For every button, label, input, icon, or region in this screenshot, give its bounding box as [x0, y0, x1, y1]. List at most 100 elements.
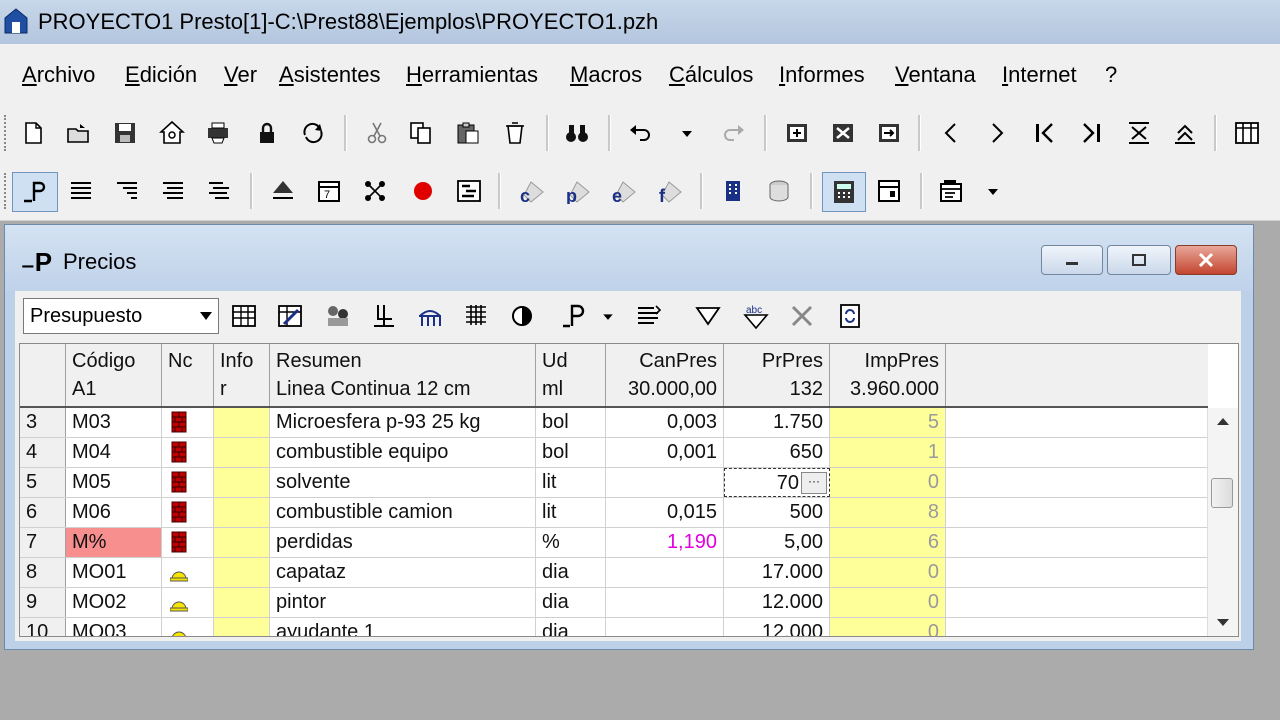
- paste-icon[interactable]: [451, 116, 485, 150]
- row-number[interactable]: 9: [20, 588, 66, 617]
- p-view-icon[interactable]: [557, 299, 591, 333]
- cell-canpres[interactable]: [606, 468, 724, 497]
- prev-icon[interactable]: [934, 116, 968, 150]
- cell-nc[interactable]: [162, 528, 214, 557]
- cell-info[interactable]: [214, 408, 270, 437]
- cell-ud[interactable]: bol: [536, 408, 606, 437]
- cell-canpres[interactable]: 0,001: [606, 438, 724, 467]
- cell-imppres[interactable]: 6: [830, 528, 946, 557]
- binoculars-icon[interactable]: [560, 116, 594, 150]
- collapse-icon[interactable]: [1122, 116, 1156, 150]
- minimize-button[interactable]: [1041, 245, 1103, 275]
- cell-nc[interactable]: [162, 498, 214, 527]
- p-view-dropdown-icon[interactable]: [597, 299, 619, 333]
- menu-calculos[interactable]: Cálculos: [669, 62, 753, 88]
- scroll-up-icon[interactable]: [1217, 418, 1229, 425]
- cell-prpres[interactable]: 12.000: [724, 618, 830, 636]
- spellcheck-icon[interactable]: abc: [739, 299, 773, 333]
- table-row[interactable]: 7 M% perdidas% 1,190 5,00 6: [20, 528, 1208, 558]
- cell-imppres[interactable]: 1: [830, 438, 946, 467]
- cell-prpres[interactable]: 17.000: [724, 558, 830, 587]
- indent-2-icon[interactable]: [156, 174, 190, 208]
- cell-canpres[interactable]: [606, 618, 724, 636]
- cell-info[interactable]: [214, 558, 270, 587]
- menu-ventana[interactable]: Ventana: [895, 62, 976, 88]
- cell-resumen[interactable]: capataz: [270, 558, 536, 587]
- cell-ud[interactable]: %: [536, 528, 606, 557]
- view-selector-dropdown[interactable]: Presupuesto: [23, 298, 219, 334]
- cell-resumen[interactable]: perdidas: [270, 528, 536, 557]
- table-b-icon[interactable]: [273, 299, 307, 333]
- refresh-icon[interactable]: [296, 116, 330, 150]
- cell-info[interactable]: [214, 498, 270, 527]
- lock-icon[interactable]: [250, 116, 284, 150]
- cell-codigo[interactable]: M05: [66, 468, 162, 497]
- cell-canpres[interactable]: [606, 588, 724, 617]
- cell-resumen[interactable]: combustible camion: [270, 498, 536, 527]
- ellipsis-button[interactable]: ···: [801, 472, 827, 494]
- group-icon[interactable]: [321, 299, 355, 333]
- cell-nc[interactable]: [162, 408, 214, 437]
- cell-codigo[interactable]: M04: [66, 438, 162, 467]
- header-canpres[interactable]: CanPres 30.000,00: [606, 344, 724, 406]
- header-resumen[interactable]: Resumen Linea Continua 12 cm: [270, 344, 536, 406]
- cell-info[interactable]: [214, 588, 270, 617]
- cell-codigo[interactable]: MO03: [66, 618, 162, 636]
- record-icon[interactable]: [406, 174, 440, 208]
- scroll-down-icon[interactable]: [1217, 619, 1229, 626]
- header-imppres[interactable]: ImpPres 3.960.000: [830, 344, 946, 406]
- copy-icon[interactable]: [404, 116, 438, 150]
- toolbar-grip[interactable]: [4, 173, 10, 209]
- filter-icon[interactable]: [691, 299, 725, 333]
- cell-canpres[interactable]: 1,190: [606, 528, 724, 557]
- tools-icon[interactable]: [785, 299, 819, 333]
- layout-icon[interactable]: [1230, 116, 1264, 150]
- toolbar-grip[interactable]: [4, 115, 10, 151]
- header-nc[interactable]: Nc: [162, 344, 214, 406]
- export-icon[interactable]: [872, 116, 906, 150]
- print-icon[interactable]: [201, 116, 235, 150]
- cell-ud[interactable]: dia: [536, 558, 606, 587]
- table-a-icon[interactable]: [227, 299, 261, 333]
- cell-info[interactable]: [214, 438, 270, 467]
- row-number[interactable]: 5: [20, 468, 66, 497]
- scroll-thumb[interactable]: [1211, 478, 1233, 508]
- expand-icon[interactable]: [1168, 116, 1202, 150]
- last-icon[interactable]: [1074, 116, 1108, 150]
- cell-resumen[interactable]: combustible equipo: [270, 438, 536, 467]
- cell-resumen[interactable]: solvente: [270, 468, 536, 497]
- undo-icon[interactable]: [624, 116, 658, 150]
- cell-ud[interactable]: dia: [536, 588, 606, 617]
- menu-archivo[interactable]: Archivo: [22, 62, 95, 88]
- cell-imppres[interactable]: 0: [830, 588, 946, 617]
- cell-nc[interactable]: [162, 438, 214, 467]
- first-icon[interactable]: [1028, 116, 1062, 150]
- cell-imppres[interactable]: 0: [830, 468, 946, 497]
- globe-icon[interactable]: [505, 299, 539, 333]
- menu-macros[interactable]: Macros: [570, 62, 642, 88]
- cell-imppres[interactable]: 0: [830, 618, 946, 636]
- next-icon[interactable]: [980, 116, 1014, 150]
- measure-icon[interactable]: [266, 174, 300, 208]
- cell-codigo[interactable]: M06: [66, 498, 162, 527]
- clear-icon[interactable]: [498, 116, 532, 150]
- cell-ud[interactable]: lit: [536, 468, 606, 497]
- indent-1-icon[interactable]: [110, 174, 144, 208]
- network-icon[interactable]: [358, 174, 392, 208]
- cell-canpres[interactable]: 0,003: [606, 408, 724, 437]
- menu-herramientas[interactable]: Herramientas: [406, 62, 538, 88]
- cell-codigo[interactable]: M03: [66, 408, 162, 437]
- cell-imppres[interactable]: 0: [830, 558, 946, 587]
- row-number[interactable]: 3: [20, 408, 66, 437]
- menu-internet[interactable]: Internet: [1002, 62, 1077, 88]
- table-row[interactable]: 5 M05 solvente lit 70 ··· 0: [20, 468, 1208, 498]
- cell-info[interactable]: [214, 528, 270, 557]
- cell-nc[interactable]: [162, 558, 214, 587]
- window-icon[interactable]: [934, 174, 968, 208]
- cell-prpres[interactable]: 1.750: [724, 408, 830, 437]
- split-icon[interactable]: [367, 299, 401, 333]
- cell-imppres[interactable]: 5: [830, 408, 946, 437]
- open-folder-icon[interactable]: [62, 116, 96, 150]
- menu-edicion[interactable]: Edición: [125, 62, 197, 88]
- cell-canpres[interactable]: 0,015: [606, 498, 724, 527]
